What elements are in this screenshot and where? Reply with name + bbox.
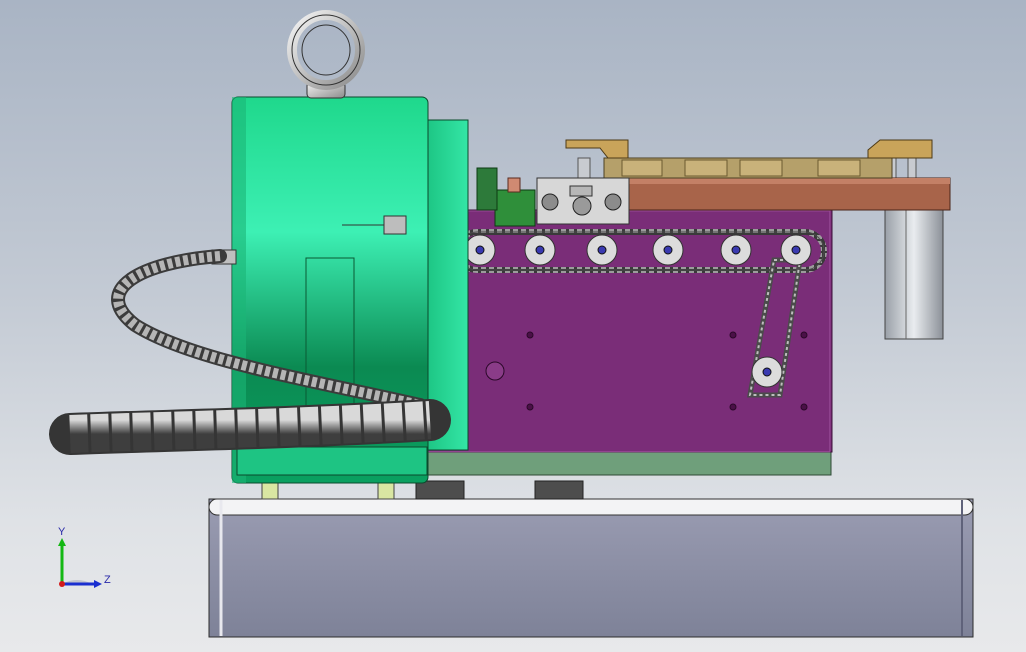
triad-arrows bbox=[58, 538, 102, 588]
feed-plate[interactable] bbox=[603, 157, 951, 211]
cad-viewport[interactable]: Y Z bbox=[0, 0, 1026, 652]
z-axis-label: Z bbox=[104, 574, 111, 586]
y-axis-label: Y bbox=[58, 526, 66, 538]
3d-model-scene[interactable] bbox=[0, 0, 1026, 652]
base-block[interactable] bbox=[208, 498, 974, 638]
axis-triad: Y Z bbox=[52, 526, 112, 596]
lifting-eye-bolt[interactable] bbox=[287, 10, 365, 99]
